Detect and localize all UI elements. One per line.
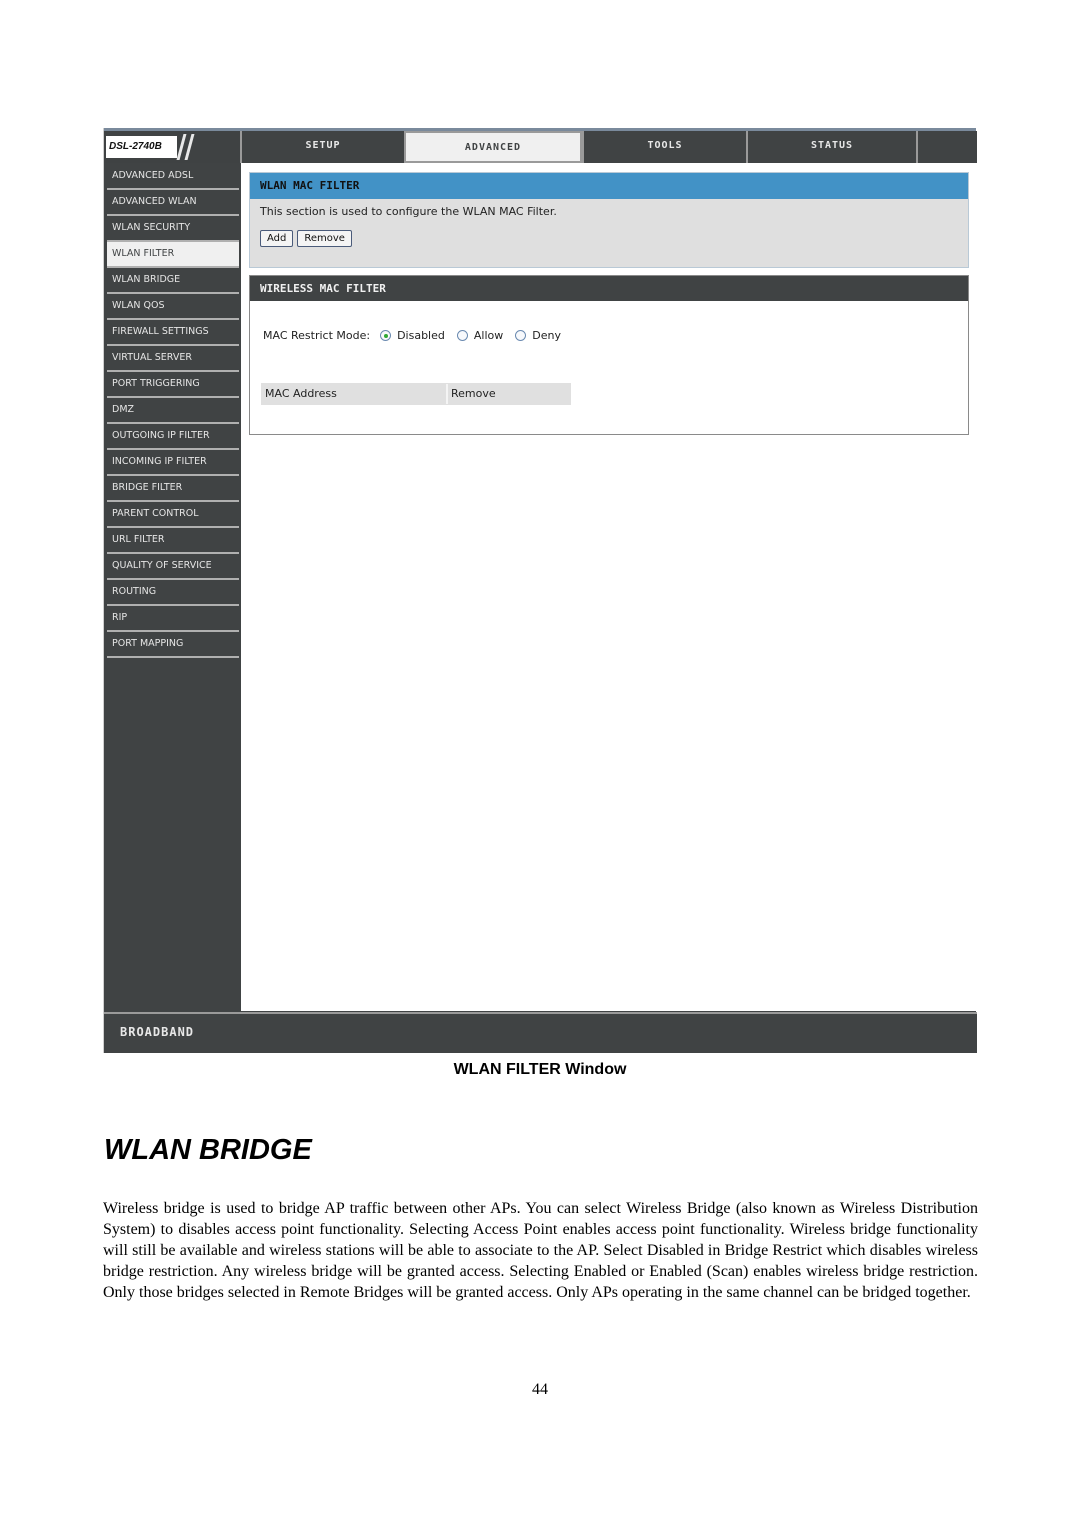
column-header-remove: Remove bbox=[448, 384, 570, 404]
panel-title: WIRELESS MAC FILTER bbox=[250, 276, 968, 301]
tab-blank bbox=[916, 131, 977, 163]
panel-description: This section is used to configure the WL… bbox=[260, 205, 557, 218]
tab-status[interactable]: STATUS bbox=[746, 131, 916, 163]
tab-advanced[interactable]: ADVANCED bbox=[404, 131, 582, 163]
sidebar-item-wlan-security[interactable]: WLAN SECURITY bbox=[107, 216, 239, 242]
main-content: WLAN MAC FILTER This section is used to … bbox=[241, 163, 977, 1011]
sidebar-item-url-filter[interactable]: URL FILTER bbox=[107, 528, 239, 554]
tab-tools[interactable]: TOOLS bbox=[582, 131, 746, 163]
add-button[interactable]: Add bbox=[260, 230, 294, 247]
body-paragraph: Wireless bridge is used to bridge AP tra… bbox=[103, 1200, 978, 1301]
sidebar-item-advanced-wlan[interactable]: ADVANCED WLAN bbox=[107, 190, 239, 216]
page-number: 44 bbox=[532, 1381, 548, 1398]
radio-allow-label: Allow bbox=[473, 329, 504, 342]
sidebar-item-virtual-server[interactable]: VIRTUAL SERVER bbox=[107, 346, 239, 372]
sidebar-item-incoming-ip-filter[interactable]: INCOMING IP FILTER bbox=[107, 450, 239, 476]
model-name: DSL-2740B bbox=[106, 136, 177, 158]
mac-address-table: MAC Address Remove bbox=[261, 383, 571, 405]
sidebar-item-port-triggering[interactable]: PORT TRIGGERING bbox=[107, 372, 239, 398]
radio-disabled-label: Disabled bbox=[397, 329, 445, 342]
product-logo: DSL-2740B bbox=[104, 131, 240, 163]
logo-slash-icon bbox=[184, 134, 195, 160]
radio-allow[interactable] bbox=[456, 330, 468, 341]
sidebar-item-rip[interactable]: RIP bbox=[107, 606, 239, 632]
radio-deny-label: Deny bbox=[532, 329, 561, 342]
sidebar-item-routing[interactable]: ROUTING bbox=[107, 580, 239, 606]
column-header-mac-address: MAC Address bbox=[262, 384, 448, 404]
wireless-mac-filter-panel: WIRELESS MAC FILTER MAC Restrict Mode: D… bbox=[249, 275, 969, 435]
top-navigation: DSL-2740B SETUP ADVANCED TOOLS STATUS bbox=[104, 131, 977, 163]
tab-setup[interactable]: SETUP bbox=[240, 131, 404, 163]
sidebar: ADVANCED ADSL ADVANCED WLAN WLAN SECURIT… bbox=[107, 164, 239, 658]
figure-caption: WLAN FILTER Window bbox=[453, 1061, 627, 1078]
sidebar-item-wlan-filter[interactable]: WLAN FILTER bbox=[107, 242, 239, 268]
wlan-mac-filter-panel: WLAN MAC FILTER This section is used to … bbox=[249, 172, 969, 268]
button-row: Add Remove bbox=[250, 218, 968, 247]
router-screenshot: DSL-2740B SETUP ADVANCED TOOLS STATUS AD… bbox=[103, 128, 977, 1053]
sidebar-item-parent-control[interactable]: PARENT CONTROL bbox=[107, 502, 239, 528]
sidebar-item-port-mapping[interactable]: PORT MAPPING bbox=[107, 632, 239, 658]
sidebar-item-quality-of-service[interactable]: QUALITY OF SERVICE bbox=[107, 554, 239, 580]
mac-restrict-mode-group: MAC Restrict Mode: Disabled Allow Deny bbox=[263, 329, 573, 342]
mac-restrict-mode-label: MAC Restrict Mode: bbox=[263, 329, 371, 342]
sidebar-item-wlan-qos[interactable]: WLAN QOS bbox=[107, 294, 239, 320]
section-title: WLAN BRIDGE bbox=[104, 1134, 312, 1166]
sidebar-item-wlan-bridge[interactable]: WLAN BRIDGE bbox=[107, 268, 239, 294]
radio-deny[interactable] bbox=[515, 330, 527, 341]
panel-title: WLAN MAC FILTER bbox=[250, 173, 968, 199]
footer-brand: BROADBAND bbox=[120, 1025, 195, 1039]
sidebar-item-outgoing-ip-filter[interactable]: OUTGOING IP FILTER bbox=[107, 424, 239, 450]
sidebar-item-firewall-settings[interactable]: FIREWALL SETTINGS bbox=[107, 320, 239, 346]
remove-button[interactable]: Remove bbox=[297, 230, 352, 247]
radio-disabled[interactable] bbox=[380, 330, 392, 341]
sidebar-item-bridge-filter[interactable]: BRIDGE FILTER bbox=[107, 476, 239, 502]
sidebar-item-advanced-adsl[interactable]: ADVANCED ADSL bbox=[107, 164, 239, 190]
sidebar-item-dmz[interactable]: DMZ bbox=[107, 398, 239, 424]
footer-bar: BROADBAND bbox=[104, 1012, 977, 1053]
